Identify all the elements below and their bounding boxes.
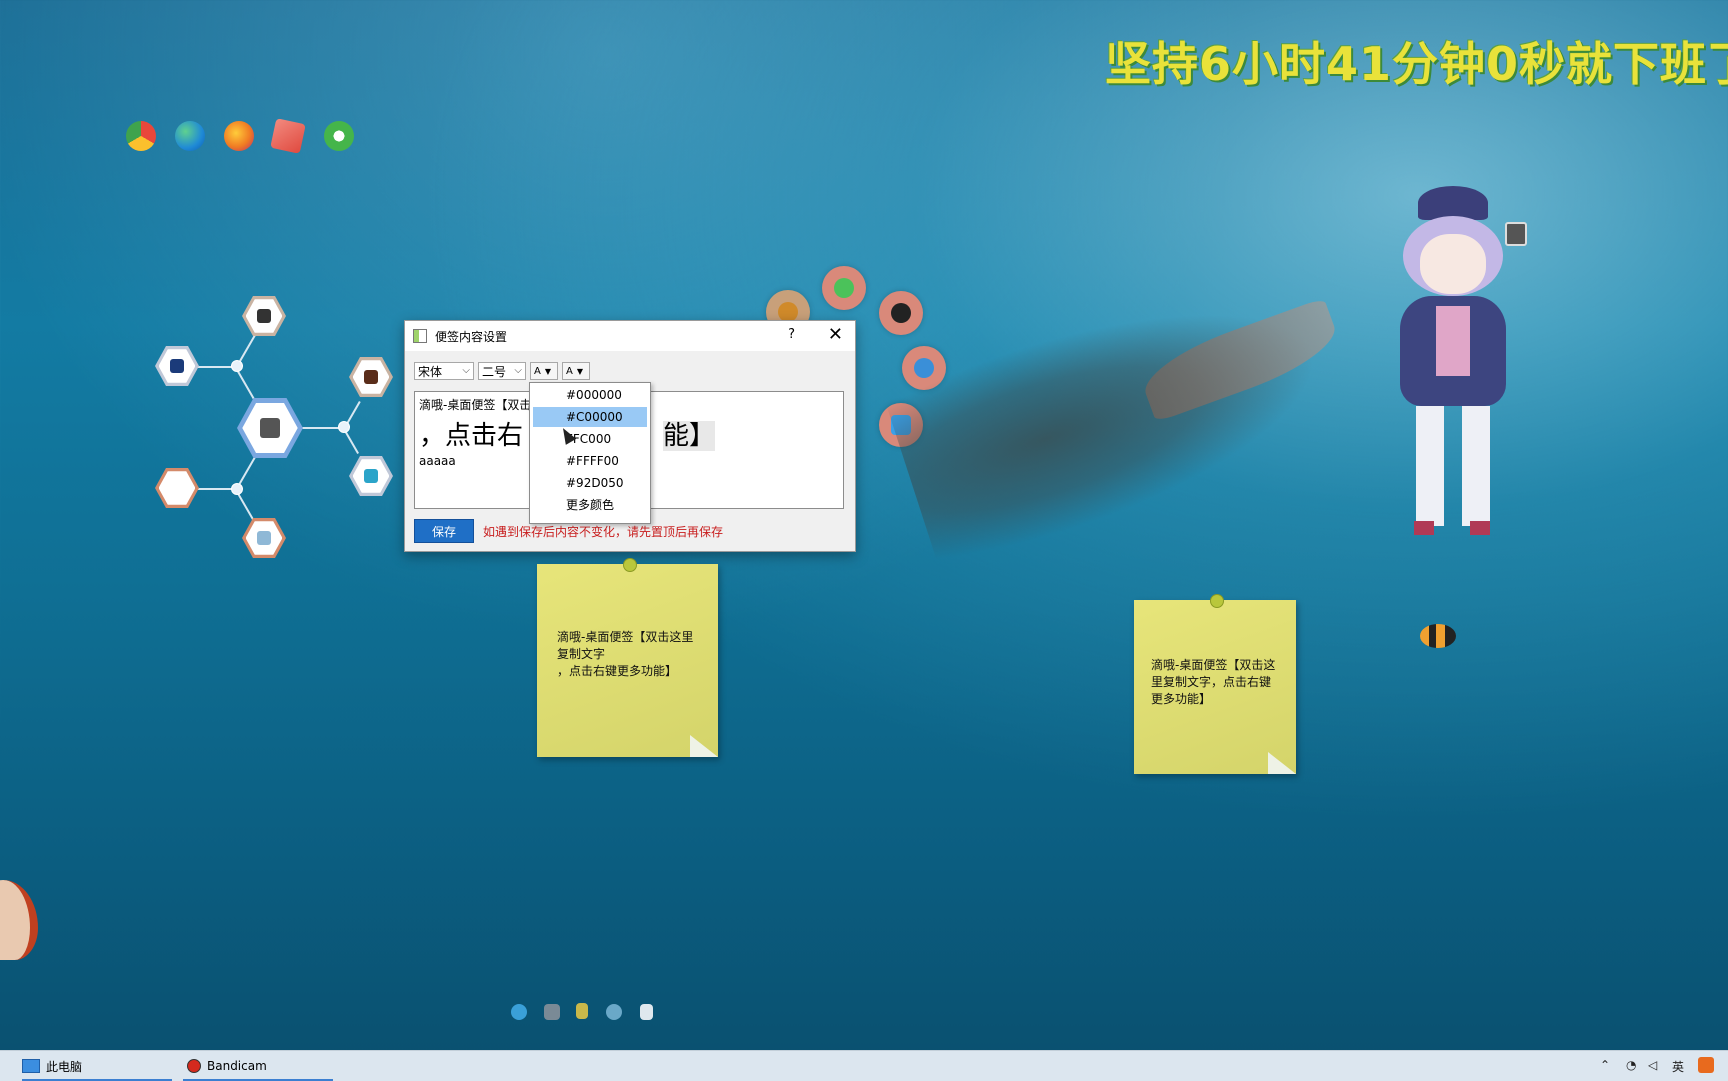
- qq-icon: [891, 303, 911, 323]
- chevron-down-icon: ⌵: [514, 365, 522, 376]
- font-size-select[interactable]: 二号 ⌵: [478, 362, 526, 380]
- hex-node: [231, 483, 243, 495]
- ime-indicator[interactable]: 英: [1672, 1058, 1684, 1075]
- note-line: 更多功能】: [1151, 692, 1212, 706]
- save-warning: 如遇到保存后内容不变化，请先置顶后再保存: [483, 525, 724, 539]
- hex-center[interactable]: [237, 398, 303, 458]
- pin-icon: [1210, 594, 1224, 608]
- hex-node: [338, 421, 350, 433]
- edge-icon[interactable]: [175, 121, 205, 151]
- bg-color-button[interactable]: A ▼: [562, 362, 590, 380]
- editor-line-2-right: 能】: [663, 421, 716, 451]
- edge-character[interactable]: [0, 880, 38, 960]
- font-family-select[interactable]: 宋体 ⌵: [414, 362, 474, 380]
- chevron-up-icon[interactable]: ⌃: [1600, 1058, 1610, 1072]
- bubble-wechat[interactable]: [822, 266, 866, 310]
- wechat-icon: [834, 278, 854, 298]
- color-dropdown: #000000 #C00000 FFC000 #FFFF00 #92D050 更…: [529, 382, 651, 524]
- font-family-value: 宋体: [418, 364, 443, 379]
- color-option-selected[interactable]: #C00000: [533, 407, 647, 427]
- sogou-icon[interactable]: [1698, 1057, 1714, 1073]
- dialog-titlebar[interactable]: 便签内容设置 ? ✕: [405, 321, 855, 351]
- taskbar-item-bandicam[interactable]: Bandicam: [183, 1051, 333, 1081]
- help-button[interactable]: ?: [788, 327, 795, 342]
- color-option[interactable]: #FFFF00: [533, 451, 647, 471]
- format-toolbar: 宋体 ⌵ 二号 ⌵ A ▼ A ▼: [414, 362, 590, 380]
- chevron-down-icon: ⌵: [462, 365, 470, 376]
- app4-icon: [256, 531, 271, 545]
- font-size-value: 二号: [482, 364, 507, 379]
- chat-icon[interactable]: [511, 1004, 527, 1020]
- network-icon[interactable]: ◔: [1626, 1058, 1636, 1072]
- pin-icon: [623, 558, 637, 572]
- taskbar-item-label: 此电脑: [46, 1059, 83, 1074]
- swimmer-figure: [877, 232, 1393, 588]
- sticky-note[interactable]: 滴哦-桌面便签【双击这里 复制文字 ，点击右键更多功能】: [537, 558, 718, 757]
- browser-icon[interactable]: [324, 121, 354, 151]
- calculator-icon[interactable]: [544, 1004, 560, 1020]
- page-curl: [1268, 752, 1296, 774]
- countdown-banner: 坚持6小时41分钟0秒就下班了: [1105, 37, 1728, 91]
- color-option[interactable]: #92D050: [533, 473, 647, 493]
- note-line: ，点击右键更多功能】: [557, 664, 678, 678]
- page-curl: [690, 735, 718, 757]
- document-icon[interactable]: [640, 1004, 653, 1020]
- sticky-note[interactable]: 滴哦-桌面便签【双击这 里复制文字，点击右键 更多功能】: [1134, 594, 1296, 774]
- record-icon: [187, 1059, 201, 1073]
- calculator-icon[interactable]: [1505, 222, 1527, 246]
- close-button[interactable]: ✕: [828, 324, 843, 345]
- sticky-note-text: 滴哦-桌面便签【双击这 里复制文字，点击右键 更多功能】: [1151, 657, 1286, 708]
- archive-icon: [256, 309, 271, 323]
- bubble-qq[interactable]: [879, 291, 923, 335]
- hex-empty[interactable]: [155, 468, 199, 508]
- more-colors-option[interactable]: 更多颜色: [533, 495, 647, 515]
- hex-app-4[interactable]: [242, 518, 286, 558]
- fish-pet[interactable]: [1420, 624, 1456, 648]
- volume-icon[interactable]: ◁: [1648, 1058, 1657, 1072]
- app-icon[interactable]: [270, 118, 306, 154]
- text-color-button[interactable]: A ▼: [530, 362, 558, 380]
- note-line: 滴哦-桌面便签【双击这里: [557, 630, 694, 644]
- taskbar-item-this-pc[interactable]: 此电脑: [22, 1051, 172, 1081]
- text-color-glyph: A: [534, 365, 541, 377]
- chrome-icon[interactable]: [126, 121, 156, 151]
- firefox-icon[interactable]: [224, 121, 254, 151]
- sticky-note-text: 滴哦-桌面便签【双击这里 复制文字 ，点击右键更多功能】: [557, 629, 707, 680]
- hex-app-1[interactable]: [242, 296, 286, 336]
- taskbar-item-label: Bandicam: [207, 1059, 267, 1073]
- color-option[interactable]: FFC000: [533, 429, 647, 449]
- note-line: 滴哦-桌面便签【双击这: [1151, 658, 1276, 672]
- caret-down-icon: ▼: [576, 366, 583, 376]
- dialog-title: 便签内容设置: [435, 329, 508, 344]
- color-option[interactable]: #000000: [533, 385, 647, 405]
- taskbar: 此电脑 Bandicam ⌃ ◔ ◁ 英: [0, 1050, 1728, 1081]
- hex-node: [231, 360, 243, 372]
- save-button[interactable]: 保存: [414, 519, 474, 543]
- app3-icon: [363, 469, 378, 483]
- note-line: 里复制文字，点击右键: [1151, 675, 1272, 689]
- hex-app-2[interactable]: [349, 357, 393, 397]
- caret-down-icon: ▼: [544, 366, 551, 376]
- computer-icon: [22, 1059, 40, 1073]
- editor-line-2-left: ，点击右: [419, 421, 524, 451]
- browser-dock-icon[interactable]: [606, 1004, 622, 1020]
- acorn-icon: [778, 302, 798, 322]
- app2-icon: [363, 370, 378, 384]
- bookmark-icon[interactable]: [576, 1003, 588, 1019]
- hex-app-photoshop[interactable]: [155, 346, 199, 386]
- dialog-app-icon: [413, 329, 427, 343]
- hex-app-3[interactable]: [349, 456, 393, 496]
- note-line: 复制文字: [557, 647, 606, 661]
- photoshop-icon: [169, 359, 184, 373]
- box-icon: [260, 417, 280, 438]
- bg-color-glyph: A: [566, 365, 573, 377]
